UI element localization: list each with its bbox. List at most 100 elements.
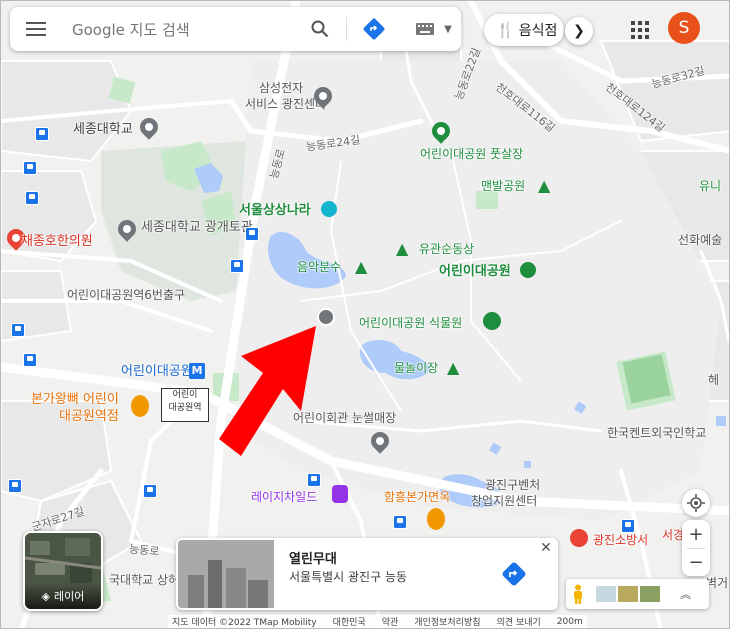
attribution-data: 지도 데이터 ©2022 TMap Mobility [172, 618, 317, 628]
attribution-country[interactable]: 대한민국 [333, 615, 366, 628]
label-he: 헤 [708, 373, 720, 387]
label-kent: 한국켄트외국인학교 [607, 426, 707, 440]
zoom-out-button[interactable]: − [682, 549, 710, 576]
imagery-thumbnail-2[interactable] [618, 586, 638, 602]
label-park: 어린이대공원 [439, 264, 511, 279]
account-avatar[interactable]: S [668, 12, 700, 44]
imagery-thumbnail-3[interactable] [640, 586, 660, 602]
garden-icon[interactable] [483, 312, 501, 330]
label-eumak: 음악분수 [297, 260, 342, 274]
close-icon[interactable]: ✕ [538, 540, 554, 556]
search-divider [346, 17, 347, 41]
label-mulnori: 물놀이장 [394, 361, 439, 375]
fork-knife-icon: 🍴 [496, 21, 515, 39]
search-icon[interactable] [308, 17, 332, 41]
label-yugwan: 유관순동상 [419, 242, 475, 256]
menu-icon[interactable] [24, 19, 48, 39]
tree-icon: ▲ [355, 257, 368, 276]
layer-label-row: ◈ 레이어 [25, 583, 101, 609]
label-gwangjin-fire: 광진소방서 [593, 533, 649, 547]
label-neungdongro-bottom: 능동로 [128, 542, 160, 559]
chevron-up-icon[interactable]: ︽ [680, 586, 691, 602]
place-directions-icon[interactable] [500, 560, 528, 588]
bus-stop-icon[interactable] [621, 519, 635, 533]
bus-stop-icon[interactable] [143, 484, 157, 498]
label-chae: 채종호한의원 [21, 234, 93, 249]
zoom-in-button[interactable]: + [682, 520, 710, 548]
fire-station-icon[interactable] [570, 529, 588, 547]
label-botanic: 어린이대공원 식물원 [359, 316, 463, 330]
directions-icon[interactable] [362, 17, 386, 41]
layer-toggle-button[interactable]: ◈ 레이어 [23, 531, 103, 611]
street-view-bar: ︽ [566, 579, 709, 609]
restaurant-pin-icon-2[interactable] [427, 508, 445, 530]
shopping-icon[interactable] [332, 485, 348, 503]
bus-stop-icon[interactable] [25, 191, 39, 205]
place-name: 열린무대 [289, 552, 337, 567]
attribution-privacy[interactable]: 개인정보처리방침 [414, 615, 480, 628]
station-box-line1: 어린이 [172, 390, 198, 400]
attribution-feedback[interactable]: 의견 보내기 [497, 615, 541, 628]
station-name-box: 어린이 대공원역 [161, 388, 209, 422]
keyboard-icon[interactable] [413, 19, 437, 39]
search-box [10, 7, 461, 51]
label-hamheung: 함흥본가면옥 [384, 490, 451, 504]
attribution-terms[interactable]: 약관 [382, 615, 399, 628]
label-station: 어린이대공원 [121, 364, 193, 379]
bus-stop-icon[interactable] [307, 473, 321, 487]
label-byeok: 벽거 [706, 576, 729, 590]
label-venture-2: 창업지원센터 [471, 494, 538, 508]
tree-icon: ▲ [538, 176, 551, 195]
bus-stop-icon[interactable] [393, 515, 407, 529]
label-konkuk: 국대학교 상허 [109, 573, 180, 587]
label-yuni: 유니 [699, 179, 722, 193]
tree-icon: ▲ [396, 239, 409, 258]
pegman-icon[interactable] [566, 584, 590, 604]
bus-stop-icon[interactable] [23, 353, 37, 367]
chevron-down-icon[interactable]: ▼ [441, 21, 455, 37]
bus-stop-icon[interactable] [230, 259, 244, 273]
red-arrow-annotation [219, 326, 316, 456]
layers-icon: ◈ [41, 589, 51, 603]
station-box-line2: 대공원역 [168, 403, 202, 413]
label-exit6: 어린이대공원역6번출구 [67, 288, 186, 302]
map-viewport[interactable]: 삼성전자 서비스 광진센터 능동로24길 능동로 능동로22길 능동로32길 천… [0, 0, 730, 629]
search-input[interactable] [70, 17, 304, 43]
label-sejong-hall: 세종대학교 광개토관 [141, 220, 253, 235]
park-icon[interactable] [520, 262, 536, 278]
label-leisure: 레이지차일드 [251, 490, 318, 504]
label-seoul-sangsang: 서울상상나라 [239, 203, 311, 218]
subway-icon[interactable]: M [189, 363, 205, 379]
my-location-button[interactable] [682, 489, 710, 517]
place-photo [178, 540, 274, 608]
bus-stop-icon[interactable] [11, 323, 25, 337]
restaurant-chip-label: 음식점 [518, 23, 558, 39]
imagery-thumbnail-1[interactable] [596, 586, 616, 602]
place-card[interactable]: 열린무대 서울특별시 광진구 능동 ✕ [176, 538, 558, 610]
scale-label[interactable]: 200m [557, 617, 583, 627]
label-seonhwa: 선화예술 [678, 233, 723, 247]
restaurant-pin-icon[interactable] [131, 395, 149, 417]
label-seokyeong: 서경 [662, 528, 685, 542]
chips-next-button[interactable]: ❯ [565, 17, 593, 45]
keyboard-area: ▼ [409, 9, 461, 49]
museum-icon[interactable] [321, 201, 337, 217]
bus-stop-icon[interactable] [35, 127, 49, 141]
label-venture-1: 광진구벤처 [485, 478, 541, 492]
bus-stop-icon[interactable] [245, 227, 259, 241]
tree-icon: ▲ [447, 358, 460, 377]
bus-stop-icon[interactable] [8, 479, 22, 493]
label-futsal: 어린이대공원 풋살장 [420, 147, 524, 161]
label-bon-2: 대공원역점 [59, 409, 119, 424]
label-samsung-1: 삼성전자 [259, 81, 304, 95]
place-address: 서울특별시 광진구 능동 [289, 570, 408, 584]
label-bon-1: 본가왕뼈 어린이 [31, 392, 119, 407]
bus-stop-icon[interactable] [23, 161, 37, 175]
label-sejong-univ: 세종대학교 [73, 122, 133, 137]
apps-grid-icon[interactable] [629, 19, 651, 41]
restaurant-chip[interactable]: 🍴 음식점 [484, 14, 564, 46]
crosshair-icon [687, 494, 705, 512]
label-manbal: 맨발공원 [481, 179, 526, 193]
zoom-control: + − [682, 520, 710, 576]
layer-label: 레이어 [54, 590, 85, 603]
